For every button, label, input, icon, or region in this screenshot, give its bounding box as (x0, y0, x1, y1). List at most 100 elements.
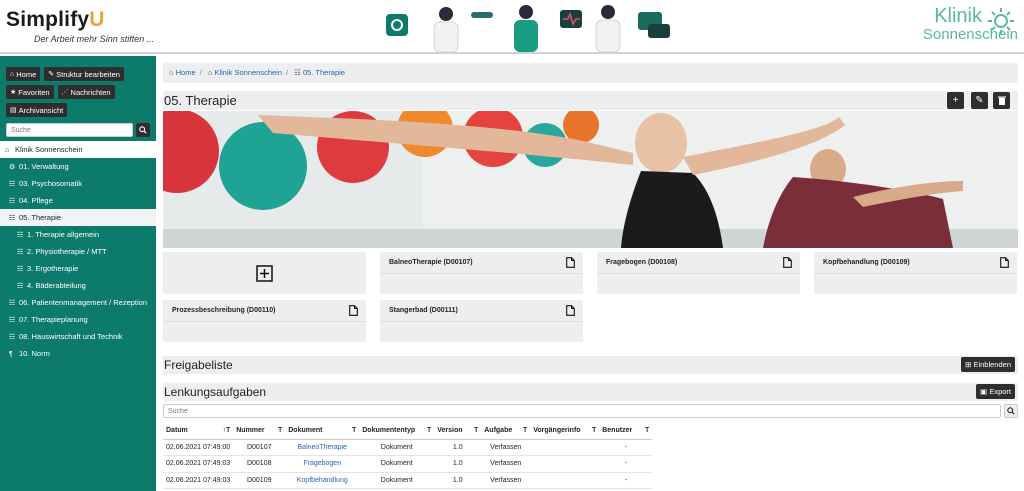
cell-dokument-link[interactable]: Kopfbehandlung (297, 477, 348, 484)
archive-label: Archivansicht (18, 105, 64, 115)
sidebar-item-psychosomatik[interactable]: ☷ 03. Psychosomatik (0, 175, 156, 192)
sidebar-item-label: 4. Bäderabteilung (27, 281, 86, 290)
cell-benutzer: - (599, 472, 653, 489)
col-label: Version (437, 427, 463, 435)
group-icon: ☷ (17, 232, 24, 239)
cell-nummer: D00108 (233, 455, 286, 473)
col-nummer[interactable]: Nummer T (233, 423, 286, 440)
cell-version: 1.0 (434, 472, 482, 489)
document-tile[interactable]: BalneoTherapie (D00107) (380, 252, 583, 294)
sidebar-item-label: 05. Therapie (19, 213, 61, 222)
document-icon (349, 305, 358, 316)
messages-button[interactable]: ⋰ Nachrichten (57, 85, 115, 99)
sidebar-item-hauswirtschaft[interactable]: ☷ 08. Hauswirtschaft und Technik (0, 328, 156, 345)
col-benutzer[interactable]: Benutzer T (599, 423, 653, 440)
einblenden-button[interactable]: ⊞ Einblenden (961, 357, 1015, 372)
document-tile-title: Stangerbad (D00111) (380, 300, 583, 322)
tasks-table: Datum ↑T Nummer T Dokument T Dokumententyp T… (163, 423, 653, 489)
document-tile-title: Kopfbehandlung (D00109) (814, 252, 1017, 274)
table-row[interactable]: 02.06.2021 07:49:03 D00108 Fragebogen Do… (163, 455, 653, 473)
star-icon: ★ (10, 89, 17, 96)
cell-vorgaenger (530, 455, 600, 473)
therapy-banner-image (163, 111, 1018, 248)
document-tile[interactable]: Prozessbeschreibung (D00110) (163, 300, 366, 342)
favorites-button[interactable]: ★ Favoriten (6, 85, 54, 99)
sidebar-item-label: 01. Verwaltung (19, 162, 69, 171)
col-version[interactable]: Version T (434, 423, 482, 440)
plus-icon: + (952, 95, 959, 106)
document-tile[interactable]: Stangerbad (D00111) (380, 300, 583, 342)
cell-benutzer: - (599, 439, 653, 456)
delete-button[interactable] (993, 92, 1010, 109)
filter-icon[interactable]: T (592, 427, 596, 434)
paragraph-icon: ¶ (9, 351, 13, 358)
filter-icon[interactable]: T (474, 427, 478, 434)
home-icon: ⌂ (5, 147, 10, 154)
sidebar-item-klinik-sonnenschein[interactable]: ⌂ Klinik Sonnenschein (0, 141, 156, 158)
breadcrumb-current[interactable]: 05. Therapie (303, 68, 345, 77)
cell-dokument-link[interactable]: Fragebogen (303, 460, 341, 467)
stethoscope-icon (386, 14, 408, 36)
breadcrumb-separator: / (286, 68, 289, 77)
breadcrumb-home[interactable]: Home (176, 68, 196, 77)
sidebar-item-pflege[interactable]: ☷ 04. Pflege (0, 192, 156, 209)
filter-icon[interactable]: T (645, 427, 649, 434)
cell-aufgabe: Verfassen (481, 439, 531, 456)
sidebar-item-norm[interactable]: ¶ 10. Norm (0, 345, 156, 362)
sidebar-item-baederabteilung[interactable]: ☷ 4. Bäderabteilung (0, 277, 156, 294)
sidebar-item-therapie-allgemein[interactable]: ☷ 1. Therapie allgemein (0, 226, 156, 243)
simplifyu-logo[interactable]: SimplifyU Der Arbeit mehr Sinn stiften .… (6, 8, 154, 44)
archive-button[interactable]: ▤ Archivansicht (6, 103, 68, 117)
sidebar-item-label: 04. Pflege (19, 196, 53, 205)
sidebar-item-patientenmanagement[interactable]: ☷ 06. Patientenmanagement / Rezeption (0, 294, 156, 311)
sidebar-search-button[interactable] (136, 123, 150, 137)
document-icon (783, 257, 792, 268)
group-icon: ☷ (9, 181, 16, 188)
table-row[interactable]: 02.06.2021 07:49:00 D00107 BalneoTherapi… (163, 439, 653, 456)
messages-label: Nachrichten (70, 87, 111, 97)
document-icon (1000, 257, 1009, 268)
document-tile-title: BalneoTherapie (D00107) (380, 252, 583, 274)
cell-nummer: D00107 (233, 439, 286, 456)
app-header: SimplifyU Der Arbeit mehr Sinn stiften .… (0, 0, 1024, 54)
sidebar-item-therapieplanung[interactable]: ☷ 07. Therapieplanung (0, 311, 156, 328)
cell-dokument-link[interactable]: BalneoTherapie (298, 444, 347, 451)
sidebar-item-label: 03. Psychosomatik (19, 179, 82, 188)
col-datum[interactable]: Datum ↑T (163, 423, 234, 440)
filter-icon[interactable]: T (427, 427, 431, 434)
add-document-tile[interactable] (163, 252, 366, 294)
col-vorgaengerinfo[interactable]: Vorgängerinfo T (530, 423, 600, 440)
sun-icon (988, 8, 1014, 34)
add-button[interactable]: + (947, 92, 964, 109)
document-tile[interactable]: Fragebogen (D00108) (597, 252, 800, 294)
export-button[interactable]: ▣ Export (976, 384, 1015, 399)
sort-filter-icon[interactable]: ↑T (222, 427, 230, 434)
pencil-icon: ✎ (48, 71, 55, 78)
sidebar-search-input[interactable] (6, 123, 134, 137)
sidebar-item-therapie[interactable]: ☷ 05. Therapie (0, 209, 156, 226)
trash-icon (997, 96, 1006, 105)
col-label: Vorgängerinfo (533, 427, 581, 435)
edit-button[interactable]: ✎ (971, 92, 988, 109)
table-row[interactable]: 02.06.2021 07:49:03 D00109 Kopfbehandlun… (163, 472, 653, 489)
search-icon (139, 126, 147, 134)
filter-icon[interactable]: T (352, 427, 356, 434)
task-search-input[interactable] (163, 404, 1001, 418)
col-dokument[interactable]: Dokument T (285, 423, 360, 440)
task-search-button[interactable] (1004, 404, 1018, 418)
filter-icon[interactable]: T (523, 427, 527, 434)
filter-icon[interactable]: T (278, 427, 282, 434)
group-icon: ☷ (9, 300, 16, 307)
col-dokumententyp[interactable]: Dokumententyp T (359, 423, 435, 440)
sidebar-item-ergotherapie[interactable]: ☷ 3. Ergotherapie (0, 260, 156, 277)
home-button[interactable]: ⌂ Home (6, 67, 41, 81)
brand-tagline: Der Arbeit mehr Sinn stiften ... (34, 34, 155, 44)
cell-typ: Dokument (359, 472, 435, 489)
edit-structure-button[interactable]: ✎ Struktur bearbeiten (44, 67, 124, 81)
document-tile[interactable]: Kopfbehandlung (D00109) (814, 252, 1017, 294)
sidebar-item-verwaltung[interactable]: ⚙ 01. Verwaltung (0, 158, 156, 175)
favorites-label: Favoriten (18, 87, 50, 97)
sidebar-item-physiotherapie[interactable]: ☷ 2. Physiotherapie / MTT (0, 243, 156, 260)
col-aufgabe[interactable]: Aufgabe T (481, 423, 531, 440)
breadcrumb-clinic[interactable]: Klinik Sonnenschein (214, 68, 282, 77)
